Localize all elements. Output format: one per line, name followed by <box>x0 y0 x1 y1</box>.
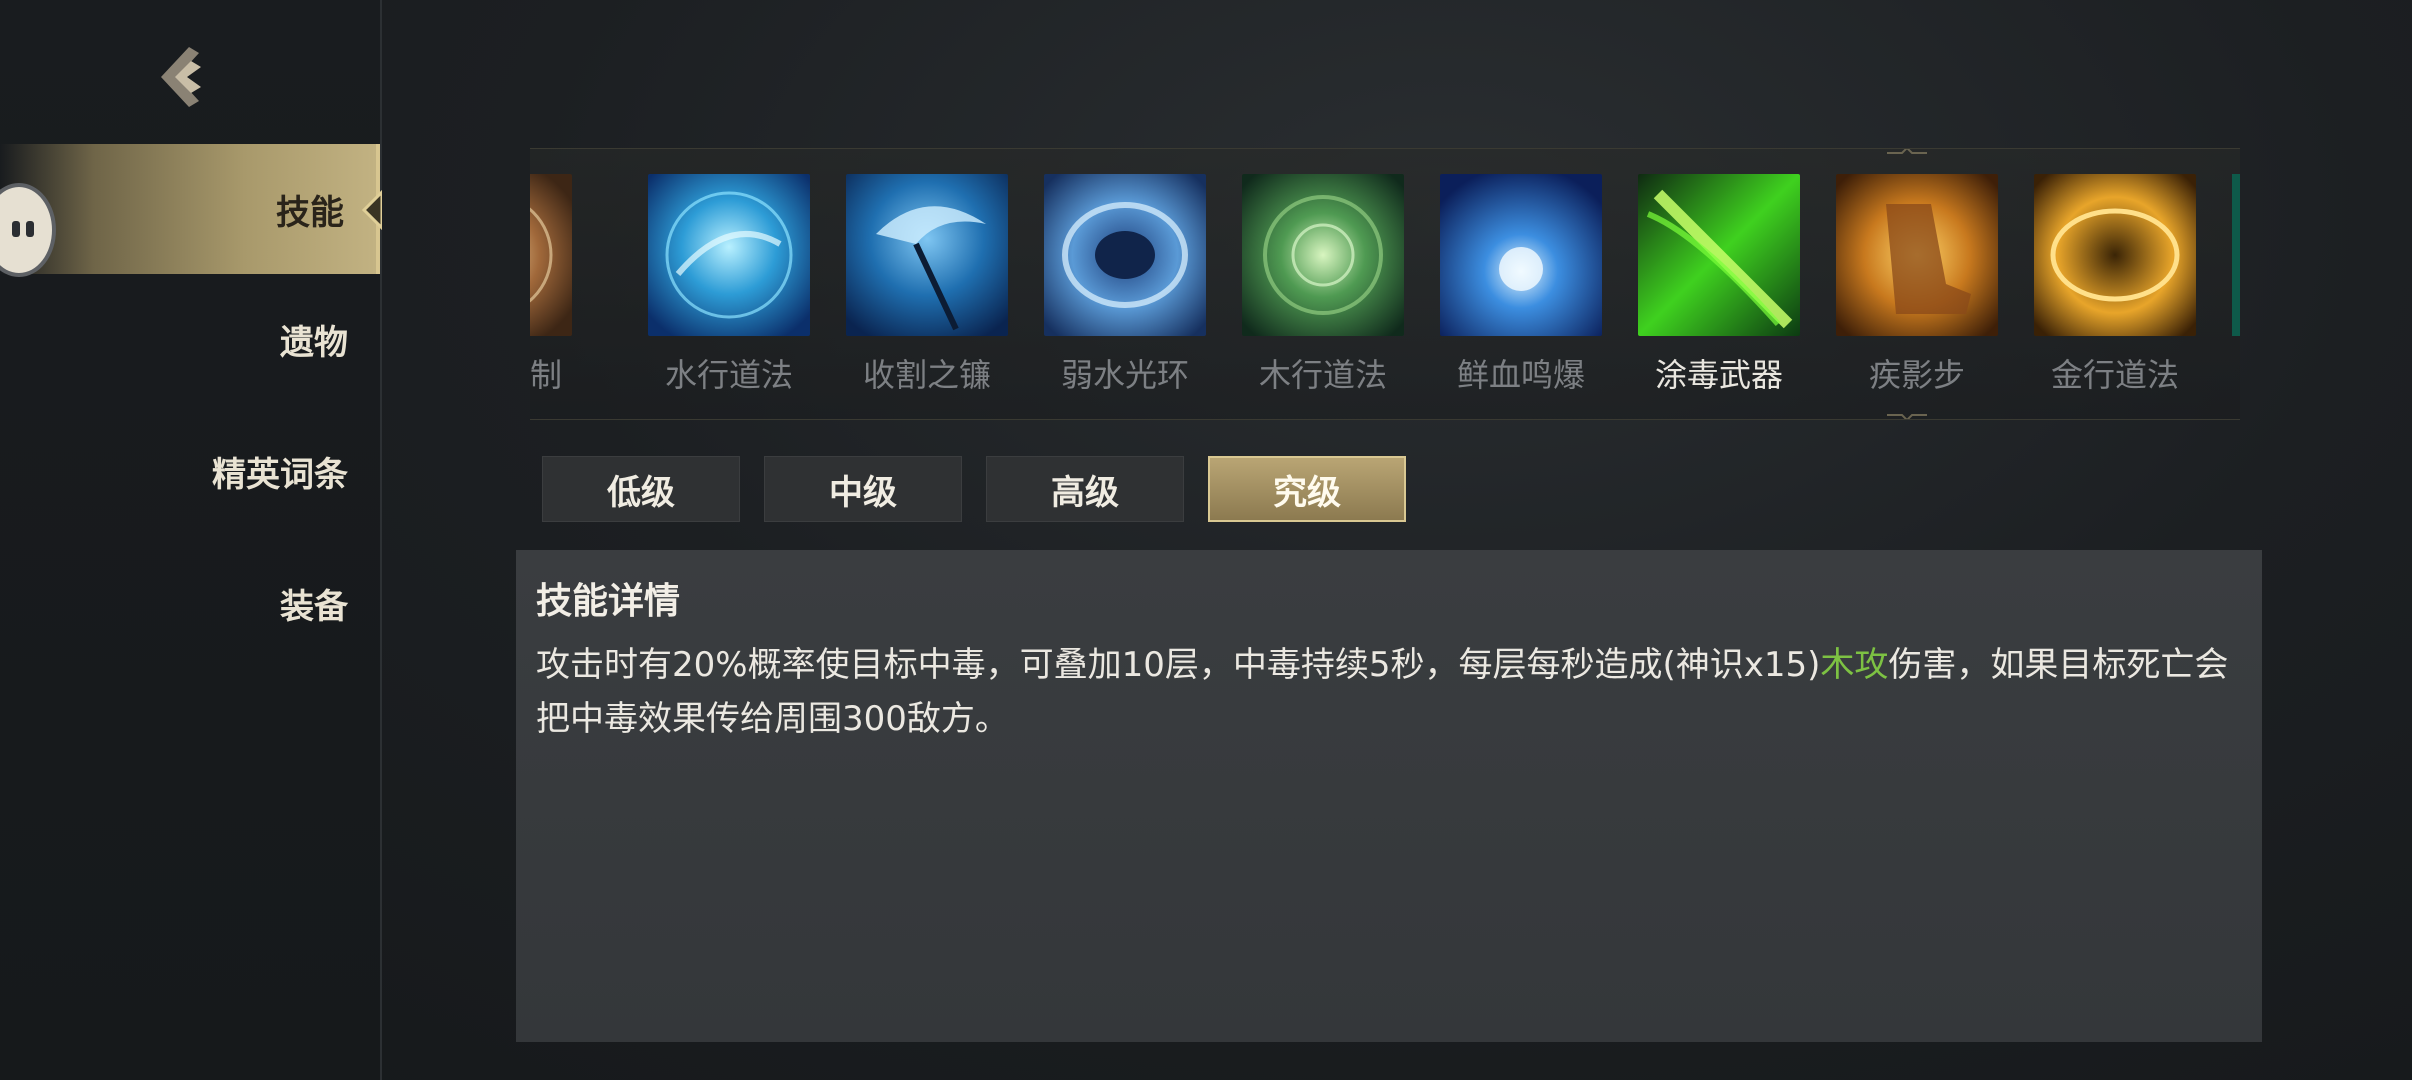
skill-item[interactable]: 鲜血鸣爆 <box>1440 174 1602 396</box>
skill-item-selected[interactable]: 涂毒武器 <box>1638 174 1800 396</box>
detail-description: 攻击时有20%概率使目标中毒，可叠加10层，中毒持续5秒，每层每秒造成(神识x1… <box>536 638 2246 746</box>
shadow-step-icon <box>1836 174 1998 336</box>
back-arrow-icon <box>161 47 201 107</box>
skill-label: 禁制 <box>530 356 562 394</box>
skill-item[interactable]: 弱水光环 <box>1044 174 1206 396</box>
next-skill-edge <box>2232 174 2240 336</box>
blood-burst-icon <box>1440 174 1602 336</box>
tier-tab-ultimate[interactable]: 究级 <box>1208 456 1406 522</box>
nav-item-equipment[interactable]: 装备 <box>0 538 380 668</box>
avatar-eye-icon <box>26 221 34 237</box>
avatar-eye-icon <box>12 221 20 237</box>
nav-item-label: 遗物 <box>280 322 348 363</box>
tier-tab-mid[interactable]: 中级 <box>764 456 962 522</box>
weak-water-aura-icon <box>1044 174 1206 336</box>
skill-label: 弱水光环 <box>1060 356 1189 394</box>
nav-item-elite-affixes[interactable]: 精英词条 <box>0 406 380 536</box>
skill-item[interactable]: 疾影步 <box>1836 174 1998 396</box>
reaping-scythe-icon <box>846 174 1008 336</box>
water-dao-icon <box>648 174 810 336</box>
skill-detail-panel: 技能详情 攻击时有20%概率使目标中毒，可叠加10层，中毒持续5秒，每层每秒造成… <box>516 550 2262 1042</box>
ornament-icon <box>1887 414 1927 419</box>
skill-label: 水行道法 <box>664 356 793 394</box>
detail-title: 技能详情 <box>536 581 681 622</box>
skill-item[interactable]: 收割之镰 <box>846 174 1008 396</box>
back-button[interactable] <box>150 42 220 112</box>
damage-type-highlight: 木攻 <box>1820 645 1889 685</box>
skill-item[interactable]: 金行道法 <box>2034 174 2196 396</box>
ornament-icon <box>1887 149 1927 154</box>
skill-item[interactable]: 木行道法 <box>1242 174 1404 396</box>
nav-item-label: 装备 <box>280 586 348 627</box>
detail-text-part: 攻击时有20%概率使目标中毒，可叠加10层，中毒持续5秒，每层每秒造成(神识x1… <box>536 645 1821 685</box>
skill-label: 收割之镰 <box>862 356 991 394</box>
skill-label: 金行道法 <box>2050 356 2179 394</box>
active-indicator-icon <box>362 190 382 230</box>
nav-item-relics[interactable]: 遗物 <box>0 274 380 404</box>
skill-label: 疾影步 <box>1868 356 1965 394</box>
tier-tab-low[interactable]: 低级 <box>542 456 740 522</box>
nav-item-label: 精英词条 <box>212 454 348 495</box>
skill-item[interactable]: 禁制 <box>530 174 572 396</box>
metal-dao-icon <box>2034 174 2196 336</box>
skill-label: 涂毒武器 <box>1654 356 1783 394</box>
skill-label: 鲜血鸣爆 <box>1456 356 1585 394</box>
sidebar: 技能 遗物 精英词条 装备 <box>0 0 382 1080</box>
skill-label: 木行道法 <box>1258 356 1387 394</box>
tier-tab-high[interactable]: 高级 <box>986 456 1184 522</box>
skill-item[interactable]: 水行道法 <box>648 174 810 396</box>
nav-item-label: 技能 <box>276 192 344 233</box>
forbid-skill-icon <box>530 174 572 336</box>
poison-weapon-icon <box>1638 174 1800 336</box>
wood-dao-icon <box>1242 174 1404 336</box>
skill-carousel[interactable]: 禁制 水行道法 收割之镰 弱水光环 <box>530 148 2240 420</box>
nav-item-skills[interactable]: 技能 <box>0 144 380 274</box>
